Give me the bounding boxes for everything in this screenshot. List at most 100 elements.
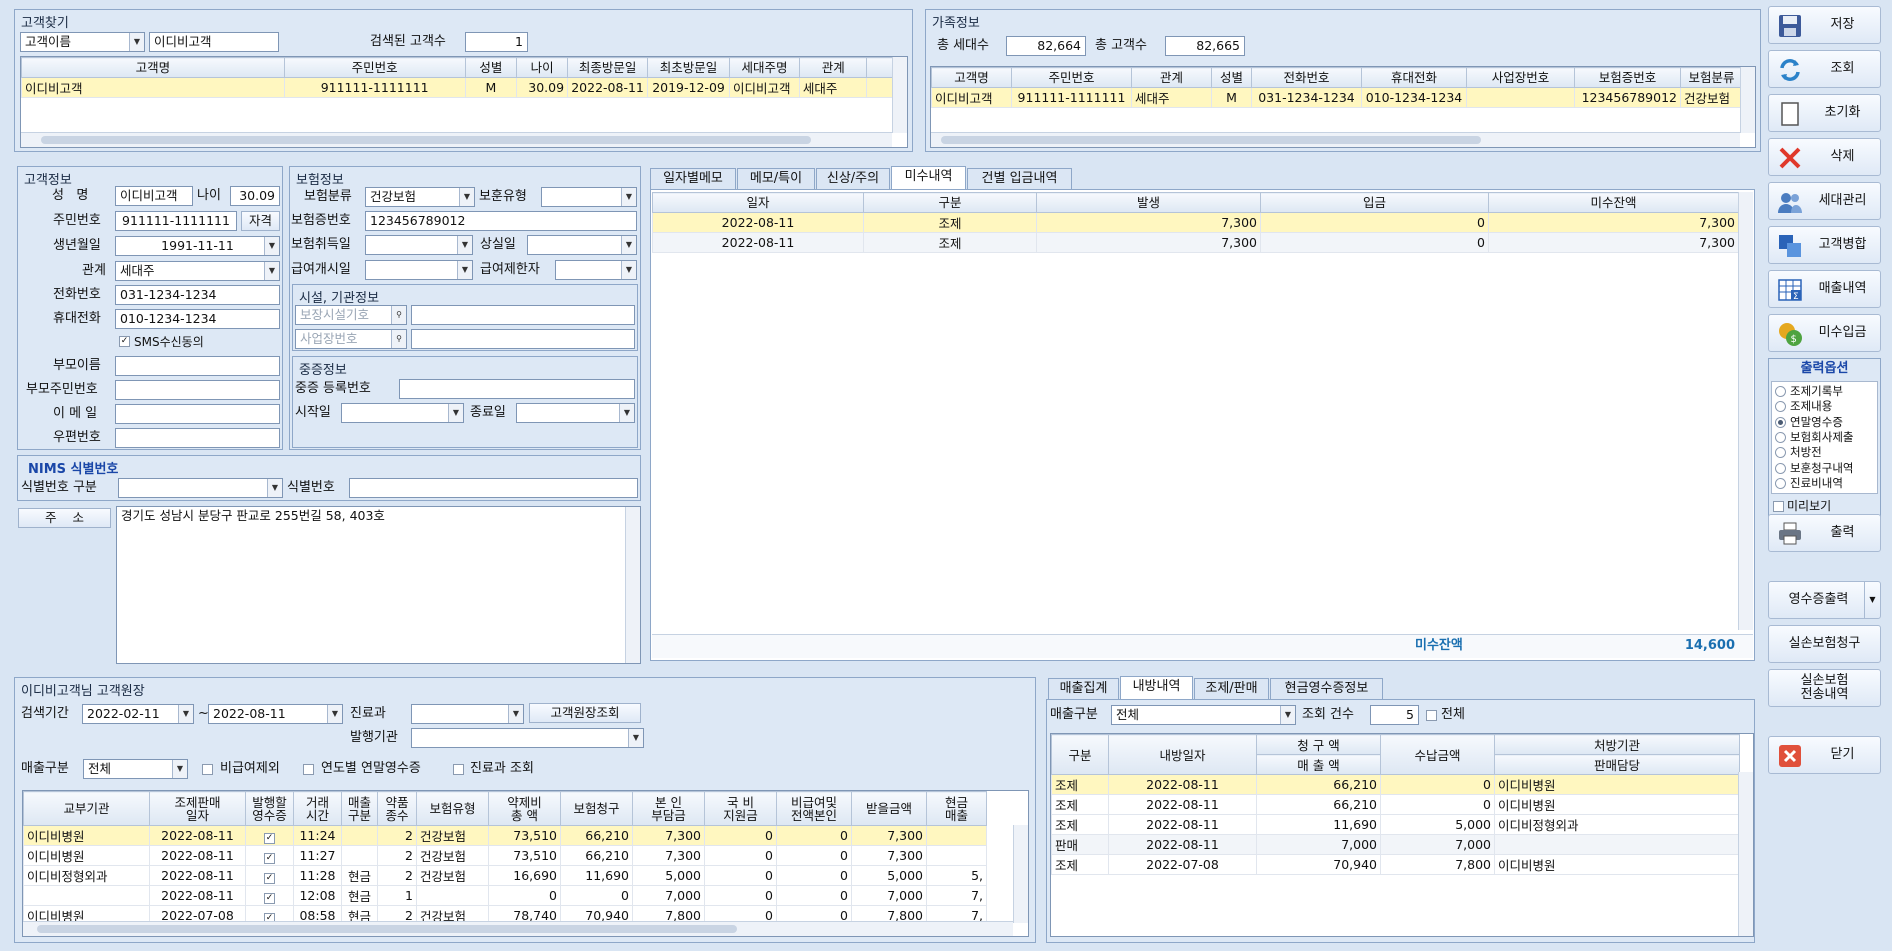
query-button[interactable]: 조회 [1768, 50, 1881, 88]
insurance-class-select[interactable]: 건강보험 ▼ [365, 187, 475, 207]
chevron-down-icon[interactable]: ▼ [1864, 582, 1880, 618]
visit-vscroll[interactable] [1738, 772, 1753, 936]
column-header[interactable]: 관계 [1131, 67, 1212, 88]
column-header[interactable]: 최초방문일 [647, 57, 731, 78]
receivable-payment-button[interactable]: $ 미수입금 [1768, 314, 1881, 352]
print-option-radio[interactable] [1775, 431, 1786, 443]
column-header[interactable]: 판매담당 [1494, 754, 1740, 775]
address-vscroll[interactable] [625, 507, 640, 663]
tab-receivable-3[interactable]: 미수내역 [891, 166, 966, 189]
insurance-claim-button[interactable]: 실손보험청구 [1768, 625, 1881, 663]
print-option-radio[interactable] [1775, 401, 1786, 413]
column-header[interactable]: 발생 [1036, 192, 1261, 213]
search-icon[interactable]: ⚲ [391, 306, 406, 324]
benefit-start-field[interactable]: ▼ [365, 260, 473, 280]
column-header[interactable]: 약제비 총 액 [488, 791, 561, 826]
column-header[interactable]: 매출 구분 [341, 791, 378, 826]
benefit-limit-select[interactable]: ▼ [555, 260, 637, 280]
column-header[interactable]: 휴대전화 [1361, 67, 1467, 88]
column-header[interactable]: 처방기관 [1494, 734, 1740, 755]
column-header[interactable]: 사업장번호 [1466, 67, 1575, 88]
column-header[interactable]: 거래 시간 [293, 791, 342, 826]
phone-field[interactable]: 031-1234-1234 [115, 285, 280, 305]
close-button[interactable]: 닫기 [1768, 736, 1881, 774]
column-header[interactable]: 교부기관 [23, 791, 150, 826]
table-row[interactable]: 조제 2022-08-11 11,690 5,000 이디비정형외과 [1051, 814, 1740, 835]
family-table-vscroll[interactable] [1740, 67, 1755, 133]
table-row[interactable]: 이디비고객 911111-1111111 세대주 M 031-1234-1234 010-… [931, 87, 1743, 108]
table-row[interactable]: 2022-08-11 ✓ 12:08 현금 1 0 0 7,000 0 0 7,000 7, [23, 885, 987, 906]
print-option-radio[interactable] [1775, 477, 1786, 489]
column-header[interactable]: 고객명 [21, 57, 285, 78]
search-type-select[interactable]: 고객이름 ▼ [20, 32, 145, 52]
lost-date-field[interactable]: ▼ [527, 235, 637, 255]
column-header[interactable]: 현금 매출 [926, 791, 987, 826]
mobile-field[interactable]: 010-1234-1234 [115, 309, 280, 329]
sales-all-checkbox[interactable] [1426, 710, 1437, 721]
column-header[interactable]: 보험유형 [416, 791, 489, 826]
column-header[interactable]: 주민번호 [1011, 67, 1132, 88]
column-header[interactable]: 주민번호 [283, 57, 466, 78]
column-header[interactable]: 성별 [464, 57, 518, 78]
address-textarea[interactable]: 경기도 성남시 분당구 판교로 255번길 58, 403호 [116, 506, 641, 664]
tab-sales-0[interactable]: 매출집계 [1048, 678, 1119, 699]
sales-type-select[interactable]: 전체 ▼ [1111, 705, 1296, 725]
qualification-button[interactable]: 자격 [241, 211, 280, 231]
column-header[interactable]: 일자 [652, 192, 864, 213]
veteran-type-select[interactable]: ▼ [541, 187, 637, 207]
search-result-table[interactable]: 고객명 주민번호 성별 나이 최종방문일 최초방문일 세대주명 관계 이디비고객 911111-1… [20, 56, 908, 148]
household-button[interactable]: 세대관리 [1768, 182, 1881, 220]
print-option-radio[interactable] [1775, 416, 1786, 428]
column-header[interactable]: 받을금액 [851, 791, 927, 826]
nims-type-select[interactable]: ▼ [118, 478, 283, 498]
receipt-checkbox[interactable]: ✓ [264, 872, 275, 884]
table-row[interactable]: 2022-08-11 조제 7,300 0 7,300 [652, 212, 1739, 233]
receipt-checkbox[interactable]: ✓ [264, 852, 275, 864]
column-header[interactable]: 고객명 [931, 67, 1012, 88]
print-option-radio[interactable] [1775, 447, 1786, 459]
claim-history-button[interactable]: 실손보험 전송내역 [1768, 669, 1881, 707]
tab-receivable-4[interactable]: 건별 입금내역 [967, 168, 1072, 189]
email-field[interactable] [115, 404, 280, 424]
column-header[interactable]: 나이 [516, 57, 569, 78]
column-header[interactable]: 세대주명 [729, 57, 800, 78]
receipt-print-button[interactable]: 영수증출력 ▼ [1768, 581, 1881, 619]
receipt-checkbox[interactable]: ✓ [264, 892, 275, 904]
merge-button[interactable]: 고객병합 [1768, 226, 1881, 264]
delete-button[interactable]: 삭제 [1768, 138, 1881, 176]
table-row[interactable]: 조제 2022-08-11 66,210 0 이디비병원 [1051, 794, 1740, 815]
table-row[interactable]: 조제 2022-08-11 66,210 0 이디비병원 [1051, 774, 1740, 795]
parent-name-field[interactable] [115, 356, 280, 376]
receivable-table[interactable]: 일자 구분 발생 입금 미수잔액 2022-08-11 조제 7,300 0 7,300 2022-… [652, 192, 1753, 630]
workplace-name-field[interactable] [411, 329, 635, 349]
facility-name-field[interactable] [411, 305, 635, 325]
exclude-noncovered-checkbox[interactable] [202, 764, 213, 775]
sms-consent-checkbox[interactable]: ✓ [119, 336, 130, 347]
table-row[interactable]: 이디비병원 2022-08-11 ✓ 11:24 2 건강보험 73,510 66,210 7,… [23, 825, 987, 846]
sales-count-field[interactable]: 5 [1370, 705, 1419, 725]
family-table-hscroll[interactable] [931, 132, 1740, 147]
name-field[interactable]: 이디비고객 [115, 186, 193, 206]
tab-sales-3[interactable]: 현금영수증정보 [1270, 678, 1383, 699]
period-from-field[interactable]: 2022-02-11 ▼ [82, 704, 194, 724]
column-header[interactable]: 내방일자 [1108, 734, 1257, 775]
card-no-field[interactable]: 123456789012 [365, 211, 637, 231]
column-header[interactable]: 국 비 지원금 [704, 791, 777, 826]
receipt-checkbox[interactable]: ✓ [264, 832, 275, 844]
column-header[interactable]: 최종방문일 [567, 57, 649, 78]
column-header[interactable]: 관계 [798, 57, 868, 78]
facility-code-field[interactable]: 보장시설기호 ⚲ [295, 305, 407, 325]
zip-field[interactable] [115, 428, 280, 448]
column-header[interactable]: 조제판매 일자 [149, 791, 246, 826]
reset-button[interactable]: 초기화 [1768, 94, 1881, 132]
table-row[interactable]: 이디비병원 2022-08-11 ✓ 11:27 2 건강보험 73,510 66,210 7,… [23, 845, 987, 866]
severe-reg-field[interactable] [399, 379, 635, 399]
tab-sales-2[interactable]: 조제/판매 [1194, 678, 1269, 699]
severe-end-field[interactable]: ▼ [516, 403, 635, 423]
table-row[interactable]: 조제 2022-07-08 70,940 7,800 이디비병원 [1051, 854, 1740, 875]
tab-receivable-1[interactable]: 메모/특이 [737, 168, 815, 189]
column-header[interactable]: 발행할 영수증 [245, 791, 294, 826]
column-header[interactable]: 보험증번호 [1574, 67, 1681, 88]
column-header[interactable]: 본 인 부담금 [632, 791, 705, 826]
column-header[interactable]: 성별 [1211, 67, 1252, 88]
